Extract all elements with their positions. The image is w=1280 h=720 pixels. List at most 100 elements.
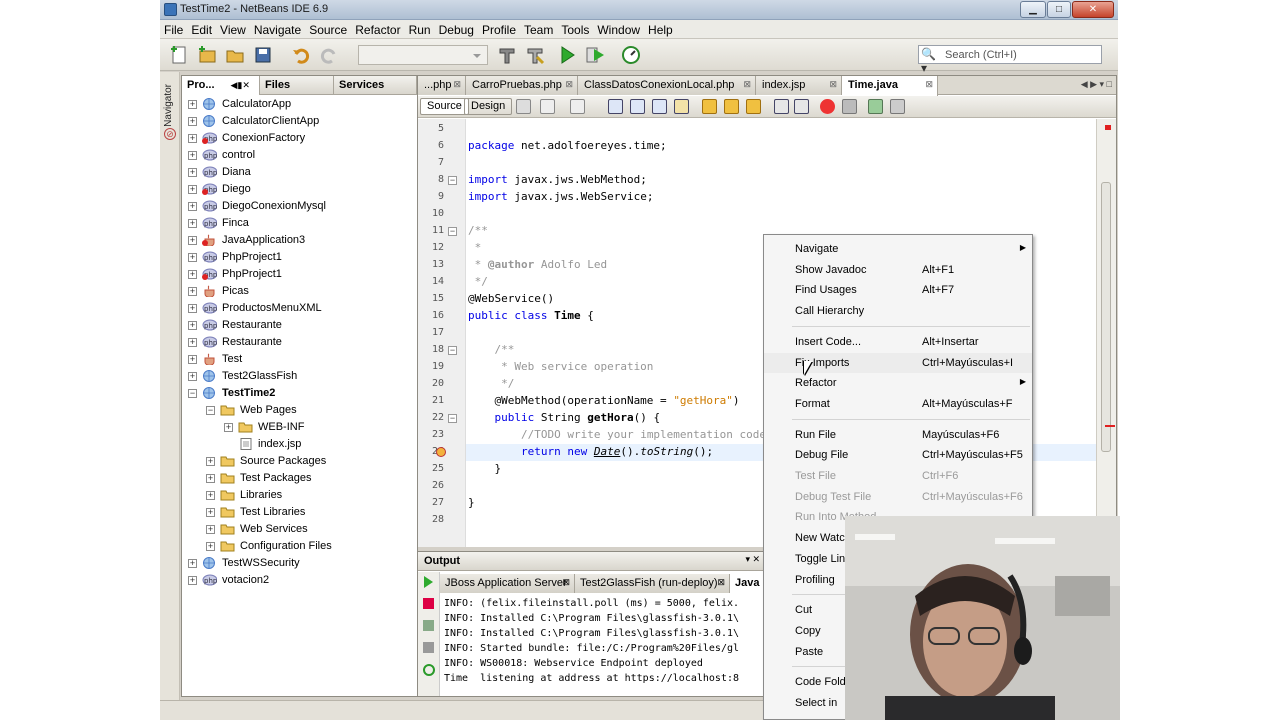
menu-tools[interactable]: Tools [557, 20, 593, 37]
expand-icon[interactable]: + [188, 338, 197, 347]
tree-item[interactable]: + php Restaurante [182, 317, 417, 334]
menu-view[interactable]: View [216, 20, 250, 37]
tree-item[interactable]: index.jsp [182, 436, 417, 453]
tree-item[interactable]: + php votacion2 [182, 572, 417, 589]
stop-icon[interactable] [423, 598, 434, 609]
expand-icon[interactable]: + [188, 100, 197, 109]
code-line[interactable]: * Web service operation [468, 360, 653, 373]
fold-toggle-icon[interactable]: − [448, 414, 457, 423]
code-line[interactable]: @WebMethod(operationName = "getHora") [468, 394, 739, 407]
code-line[interactable]: */ [468, 275, 488, 288]
tree-item[interactable]: + Libraries [182, 487, 417, 504]
save-all-icon[interactable] [252, 44, 274, 66]
tab-services[interactable]: Services [334, 76, 417, 95]
expand-icon[interactable]: + [188, 168, 197, 177]
editor-tab[interactable]: index.jsp ⊠ [756, 76, 842, 95]
fold-toggle-icon[interactable]: − [448, 227, 457, 236]
expand-icon[interactable]: + [206, 457, 215, 466]
editor-tab[interactable]: ClassDatosConexionLocal.php ⊠ [578, 76, 756, 95]
new-file-icon[interactable] [168, 44, 190, 66]
menu-item-insert-code[interactable]: Insert Code... Alt+Insertar [764, 332, 1032, 352]
tree-item[interactable]: + TestWSSecurity [182, 555, 417, 572]
close-button[interactable]: ✕ [1072, 1, 1114, 18]
collapse-icon[interactable]: − [188, 389, 197, 398]
rerun-params-icon[interactable] [423, 620, 434, 631]
navigator-close-icon[interactable]: ⊘ [164, 128, 176, 140]
code-line[interactable]: * @author Adolfo Led [468, 258, 607, 271]
find-next-icon[interactable] [652, 99, 667, 114]
menu-edit[interactable]: Edit [187, 20, 216, 37]
shift-left-icon[interactable] [774, 99, 789, 114]
expand-icon[interactable]: + [188, 304, 197, 313]
code-line[interactable]: /** [468, 343, 515, 356]
code-line[interactable]: //TODO write your implementation code he… [468, 428, 806, 441]
tree-item[interactable]: + Test Libraries [182, 504, 417, 521]
tree-item[interactable]: + Test [182, 351, 417, 368]
output-tab-jboss[interactable]: JBoss Application Server ⊠ [440, 574, 575, 593]
menu-item-show-javadoc[interactable]: Show Javadoc Alt+F1 [764, 260, 1032, 280]
tree-item[interactable]: + Test Packages [182, 470, 417, 487]
menu-item-find-usages[interactable]: Find Usages Alt+F7 [764, 280, 1032, 300]
comment-icon[interactable] [868, 99, 883, 114]
run-icon[interactable] [556, 44, 578, 66]
code-line[interactable]: } [468, 496, 475, 509]
code-line[interactable]: return new Date().toString(); [468, 445, 713, 458]
build-icon[interactable] [496, 44, 518, 66]
menu-file[interactable]: File [160, 20, 187, 37]
new-project-icon[interactable] [196, 44, 218, 66]
menu-debug[interactable]: Debug [435, 20, 478, 37]
tree-item[interactable]: + JavaApplication3 [182, 232, 417, 249]
menu-help[interactable]: Help [644, 20, 677, 37]
expand-icon[interactable]: + [206, 508, 215, 517]
tab-projects[interactable]: Pro... ◀▮✕ [182, 76, 260, 95]
tree-item[interactable]: − Web Pages [182, 402, 417, 419]
start-macro-icon[interactable] [820, 99, 835, 114]
expand-icon[interactable]: + [188, 117, 197, 126]
expand-icon[interactable]: + [188, 202, 197, 211]
tree-item[interactable]: + php Finca [182, 215, 417, 232]
tree-item[interactable]: + CalculatorApp [182, 96, 417, 113]
back-icon[interactable] [540, 99, 555, 114]
expand-icon[interactable]: + [188, 185, 197, 194]
tree-item[interactable]: + php DiegoConexionMysql [182, 198, 417, 215]
expand-icon[interactable]: + [188, 151, 197, 160]
design-mode-button[interactable]: Design [464, 98, 513, 115]
expand-icon[interactable]: + [188, 576, 197, 585]
tree-item[interactable]: + Configuration Files [182, 538, 417, 555]
tree-item[interactable]: + WEB-INF [182, 419, 417, 436]
shift-right-icon[interactable] [794, 99, 809, 114]
toggle-bookmark-icon[interactable] [746, 99, 761, 114]
tree-item[interactable]: + php Restaurante [182, 334, 417, 351]
tree-item[interactable]: + php Diana [182, 164, 417, 181]
editor-tab-navigation-icons[interactable]: ◀ ▶ ▾ □ [1081, 79, 1112, 90]
code-line[interactable]: @WebService() [468, 292, 554, 305]
close-tab-icon[interactable]: ⊠ [565, 79, 573, 90]
expand-icon[interactable]: + [188, 559, 197, 568]
close-tab-icon[interactable]: ⊠ [829, 79, 837, 90]
menu-source[interactable]: Source [305, 20, 351, 37]
expand-icon[interactable]: + [188, 287, 197, 296]
tree-item[interactable]: + php Diego [182, 181, 417, 198]
tree-item[interactable]: + php PhpProject1 [182, 266, 417, 283]
maximize-button[interactable]: □ [1047, 1, 1071, 18]
expand-icon[interactable]: + [188, 253, 197, 262]
menu-team[interactable]: Team [520, 20, 557, 37]
menu-run[interactable]: Run [405, 20, 435, 37]
collapse-icon[interactable]: − [206, 406, 215, 415]
code-line[interactable]: */ [468, 377, 514, 390]
configuration-dropdown[interactable] [358, 45, 488, 65]
editor-tab[interactable]: Time.java ⊠ [842, 76, 938, 96]
expand-icon[interactable]: + [206, 542, 215, 551]
code-line[interactable]: * [468, 241, 482, 254]
stop-macro-icon[interactable] [842, 99, 857, 114]
source-mode-button[interactable]: Source [420, 98, 469, 115]
tree-item[interactable]: + php PhpProject1 [182, 249, 417, 266]
redo-icon[interactable] [318, 44, 340, 66]
code-line[interactable]: /** [468, 224, 488, 237]
menu-navigate[interactable]: Navigate [250, 20, 305, 37]
find-previous-icon[interactable] [630, 99, 645, 114]
code-line[interactable]: import javax.jws.WebMethod; [468, 173, 647, 186]
menu-item-navigate[interactable]: Navigate ▶ [764, 239, 1032, 259]
code-line[interactable]: public class Time { [468, 309, 594, 322]
tree-item[interactable]: + Picas [182, 283, 417, 300]
